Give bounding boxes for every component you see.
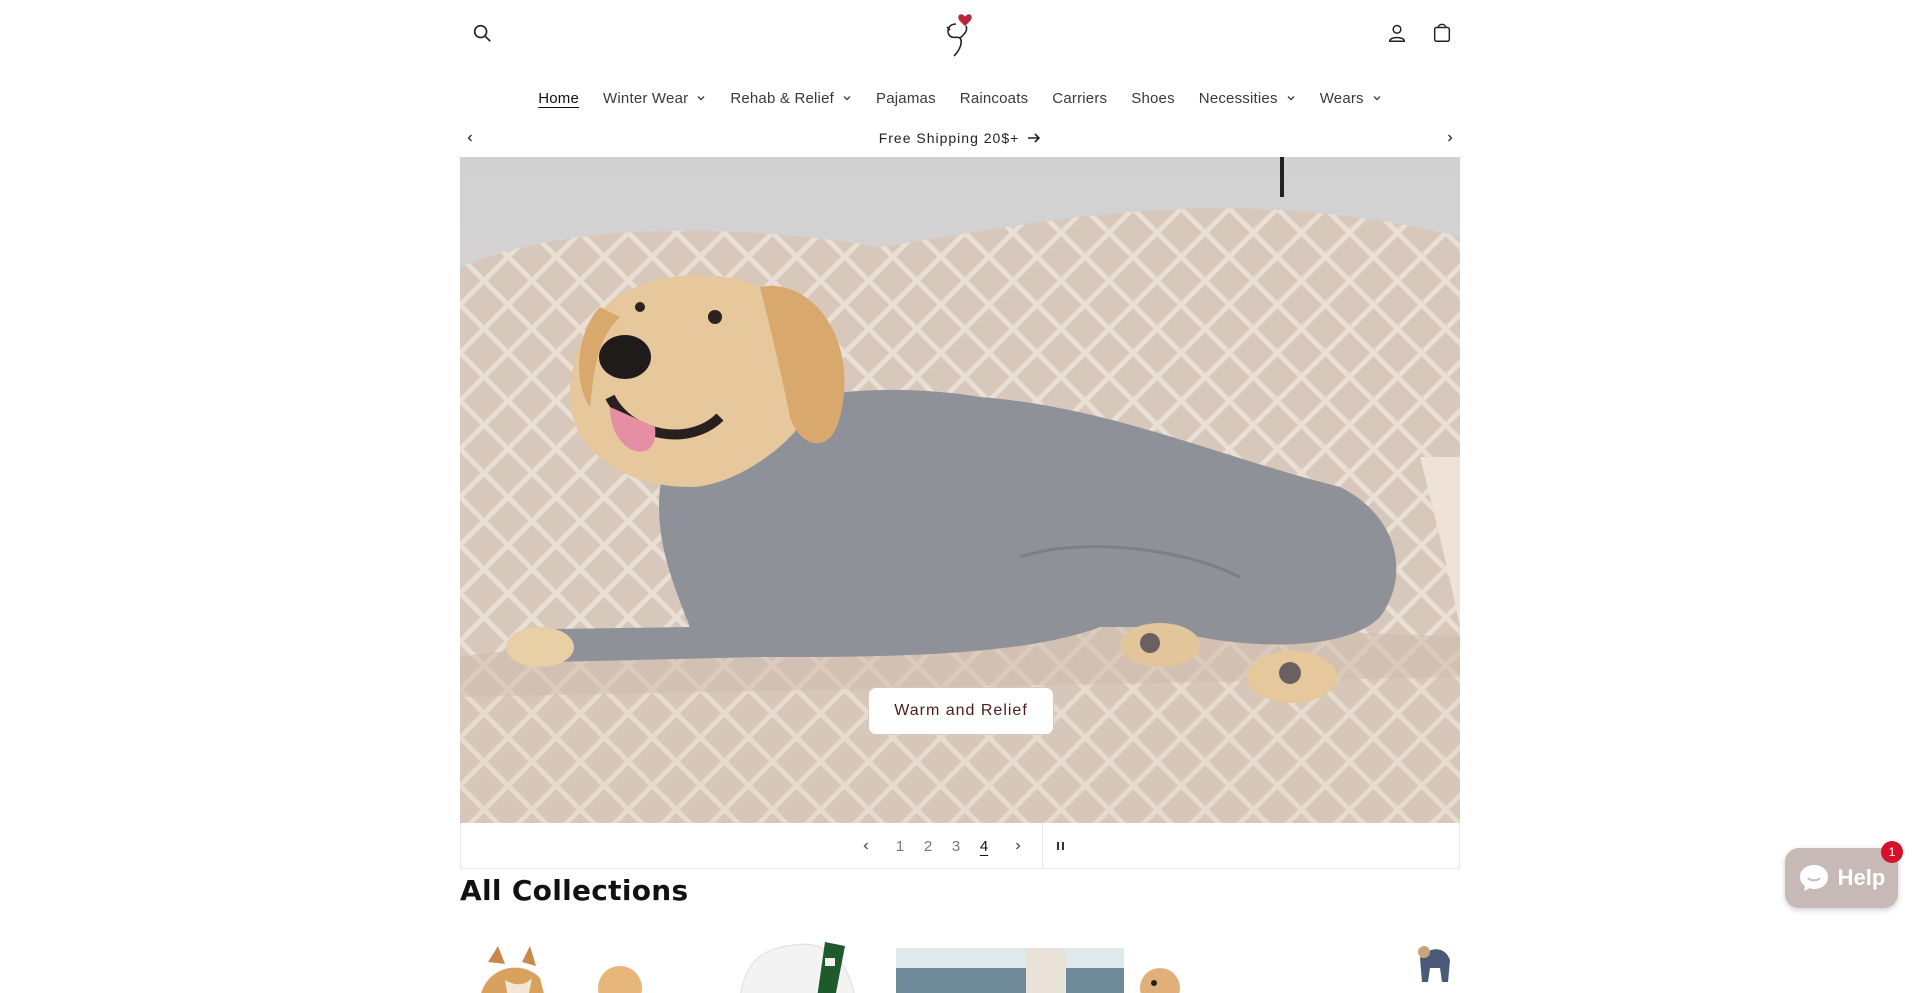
search-button[interactable] xyxy=(460,11,504,55)
nav-item-label: Shoes xyxy=(1131,89,1175,107)
nav-item-label: Wears xyxy=(1319,89,1364,107)
chevron-down-icon xyxy=(1373,96,1381,101)
hero-cta-button[interactable]: Warm and Relief xyxy=(868,687,1054,735)
help-label: Help xyxy=(1837,865,1886,890)
nav-item-raincoats[interactable]: Raincoats xyxy=(948,84,1041,112)
nav-item-label: Carriers xyxy=(1052,89,1108,107)
nav-item-wears[interactable]: Wears xyxy=(1308,84,1394,112)
announcement-text: Free Shipping 20$+ xyxy=(878,130,1020,146)
nav-item-carriers[interactable]: Carriers xyxy=(1040,84,1119,112)
collection-image-small-dogs[interactable] xyxy=(460,938,680,993)
nav-item-label: Rehab & Relief xyxy=(730,89,835,107)
chevron-left-icon xyxy=(467,134,472,142)
nav-item-label: Home xyxy=(538,89,580,107)
slideshow-pause-button[interactable] xyxy=(1051,826,1071,866)
chevron-down-icon xyxy=(843,96,851,101)
nav-item-label: Raincoats xyxy=(959,89,1029,107)
collection-image-gray-suit-dog[interactable] xyxy=(1410,938,1460,993)
cart-button[interactable] xyxy=(1420,11,1464,55)
nav-item-necessities[interactable]: Necessities xyxy=(1187,84,1308,112)
collection-image-carriers[interactable] xyxy=(685,938,890,993)
nav-item-home[interactable]: Home xyxy=(526,84,591,112)
search-icon xyxy=(473,24,491,42)
chevron-right-icon xyxy=(1448,134,1453,142)
nav-item-shoes[interactable]: Shoes xyxy=(1119,84,1187,112)
nav-item-winter-wear[interactable]: Winter Wear xyxy=(591,84,718,112)
nav-item-rehab-relief[interactable]: Rehab & Relief xyxy=(718,84,864,112)
help-chat-button[interactable]: Help xyxy=(1785,848,1898,908)
main-navigation: Home Winter Wear Rehab & Relief Pajamas … xyxy=(0,84,1920,112)
slide-next-button[interactable] xyxy=(998,826,1038,866)
slide-prev-button[interactable] xyxy=(846,826,886,866)
chat-bubble-icon xyxy=(1799,865,1828,891)
nav-item-pajamas[interactable]: Pajamas xyxy=(864,84,948,112)
announcement-next-button[interactable] xyxy=(1440,128,1460,148)
chevron-left-icon xyxy=(863,842,868,850)
pause-icon xyxy=(1057,842,1064,850)
store-logo[interactable] xyxy=(938,8,982,60)
chevron-right-icon xyxy=(1016,842,1021,850)
announcement-link[interactable]: Free Shipping 20$+ xyxy=(879,130,1042,146)
cart-icon xyxy=(1433,23,1451,42)
slideshow-controls-inner: 1 2 3 4 xyxy=(846,823,1071,869)
collection-thumbnails xyxy=(460,938,1460,993)
arrow-right-icon xyxy=(1028,133,1041,143)
collection-image-dog-face[interactable] xyxy=(1140,938,1360,993)
chevron-down-icon xyxy=(697,96,705,101)
slideshow-controls: 1 2 3 4 xyxy=(460,823,1460,869)
collections-heading: All Collections xyxy=(460,874,689,907)
controls-divider xyxy=(1042,823,1043,869)
hero-slideshow: Warm and Relief xyxy=(460,157,1460,823)
slide-dot-4[interactable]: 4 xyxy=(970,838,998,855)
slide-dot-3[interactable]: 3 xyxy=(942,838,970,855)
chat-notification-badge: 1 xyxy=(1881,841,1903,863)
slide-dot-2[interactable]: 2 xyxy=(914,838,942,855)
nav-item-label: Necessities xyxy=(1198,89,1278,107)
slide-dot-1[interactable]: 1 xyxy=(886,838,914,855)
account-icon xyxy=(1388,24,1406,42)
announcement-bar: Free Shipping 20$+ xyxy=(460,124,1460,152)
nav-item-label: Winter Wear xyxy=(603,89,689,107)
announcement-prev-button[interactable] xyxy=(460,128,480,148)
site-header xyxy=(460,0,1460,66)
nav-item-label: Pajamas xyxy=(876,89,936,107)
chevron-down-icon xyxy=(1287,96,1295,101)
dog-heart-logo-icon xyxy=(946,14,972,57)
account-button[interactable] xyxy=(1375,11,1419,55)
collection-image-raincoats[interactable] xyxy=(896,938,1126,993)
